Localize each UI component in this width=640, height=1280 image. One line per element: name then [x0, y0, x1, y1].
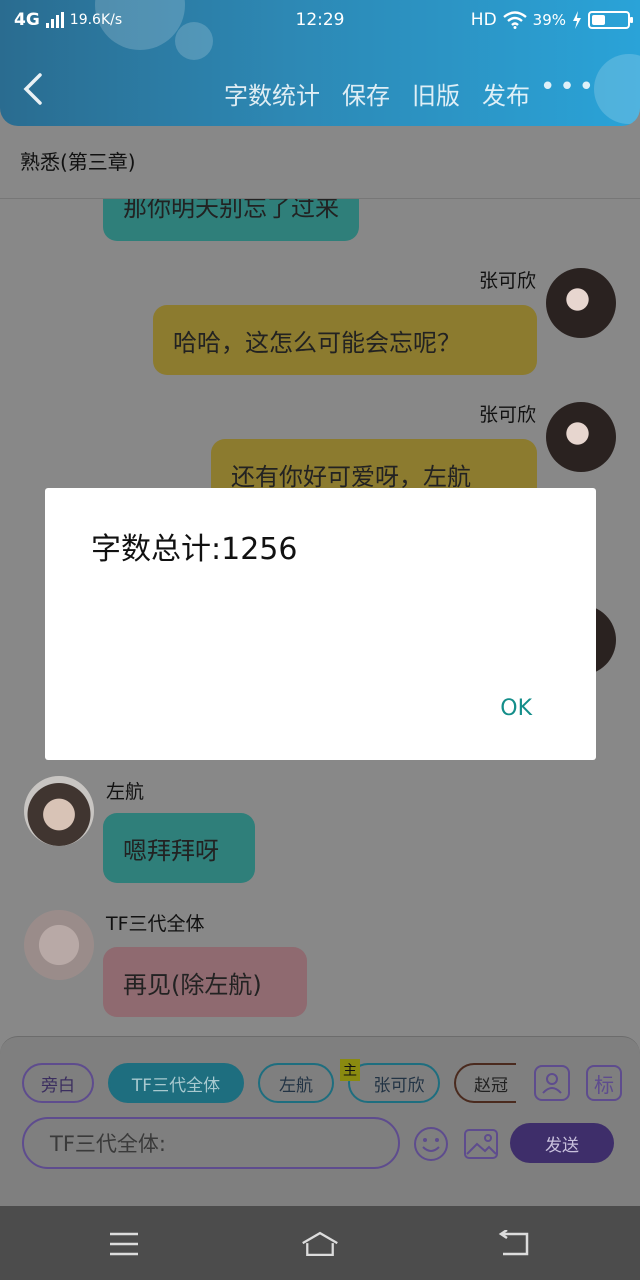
word-count-dialog: 字数总计:1256 OK — [45, 488, 596, 760]
battery-icon — [588, 11, 633, 29]
avatar[interactable] — [546, 268, 616, 338]
person-icon[interactable] — [534, 1065, 570, 1101]
role-chip-narrator[interactable]: 旁白 — [22, 1063, 94, 1103]
role-chip-tf-all[interactable]: TF三代全体 — [108, 1063, 244, 1103]
bottom-spacer — [0, 1170, 640, 1206]
message-text: 那你明天别忘了过来 — [123, 199, 339, 222]
back-icon[interactable] — [494, 1224, 534, 1264]
role-chip-zhangkexin[interactable]: 张可欣 — [348, 1063, 440, 1103]
old-version-button[interactable]: 旧版 — [412, 76, 460, 111]
input-value: TF三代全体: — [50, 1132, 166, 1156]
role-chip-zuohang[interactable]: 左航 — [258, 1063, 334, 1103]
avatar[interactable] — [24, 910, 94, 980]
sender-name: TF三代全体 — [106, 913, 205, 935]
battery-percent: 39% — [532, 11, 566, 29]
sender-name: 张可欣 — [478, 270, 536, 292]
role-chip-zhaoguan[interactable]: 赵冠 — [454, 1063, 516, 1103]
role-label: 旁白 — [41, 1075, 75, 1096]
sender-name: 左航 — [106, 781, 145, 803]
message-text: 再见(除左航) — [123, 970, 262, 999]
chat-bubble[interactable]: 再见(除左航) — [103, 947, 307, 1017]
tag-label: 标 — [594, 1072, 614, 1097]
tag-button[interactable]: 标 — [586, 1065, 622, 1101]
toolbar: 字数统计 保存 旧版 发布 ••• — [0, 70, 640, 114]
ok-button[interactable]: OK — [500, 696, 532, 721]
status-bar: 4G 19.6K/s 12:29 HD 39% — [0, 8, 640, 36]
image-icon[interactable] — [462, 1125, 500, 1163]
send-label: 发送 — [545, 1135, 579, 1156]
role-label: TF三代全体 — [131, 1075, 221, 1096]
chat-bubble[interactable]: 哈哈，这怎么可能会忘呢？ — [153, 305, 537, 375]
avatar[interactable] — [24, 776, 94, 846]
role-label: 左航 — [279, 1075, 313, 1096]
message-input[interactable]: TF三代全体: — [22, 1117, 400, 1169]
main-role-badge: 主 — [340, 1059, 360, 1081]
save-button[interactable]: 保存 — [342, 76, 390, 111]
send-button[interactable]: 发送 — [510, 1123, 614, 1163]
role-label: 赵冠 — [474, 1075, 508, 1096]
emoji-icon[interactable] — [412, 1125, 450, 1163]
system-nav-bar — [0, 1206, 640, 1280]
header: 4G 19.6K/s 12:29 HD 39% 字数统计 保存 旧版 发布 ••… — [0, 0, 640, 126]
dialog-message: 字数总计:1256 — [91, 532, 298, 567]
publish-button[interactable]: 发布 — [482, 76, 530, 111]
sender-name: 张可欣 — [478, 404, 536, 426]
menu-icon[interactable] — [104, 1224, 144, 1264]
word-count-button[interactable]: 字数统计 — [224, 76, 320, 111]
hd-indicator: HD — [470, 10, 497, 30]
chevron-left-icon[interactable] — [22, 72, 44, 115]
avatar[interactable] — [546, 402, 616, 472]
wifi-icon — [502, 11, 527, 29]
input-panel: 旁白 TF三代全体 左航 张可欣 主 赵冠 标 TF三代全体: 发送 — [0, 1036, 640, 1170]
more-dots-icon[interactable]: ••• — [540, 72, 598, 102]
message-text: 嗯拜拜呀 — [123, 836, 219, 865]
chat-bubble[interactable]: 那你明天别忘了过来 — [103, 199, 359, 241]
home-icon[interactable] — [300, 1224, 340, 1264]
role-label: 张可欣 — [373, 1075, 425, 1096]
chapter-title: 熟悉(第三章) — [20, 150, 136, 174]
role-chips: 旁白 TF三代全体 左航 张可欣 主 赵冠 标 — [22, 1059, 622, 1103]
message-text: 哈哈，这怎么可能会忘呢？ — [173, 328, 461, 357]
charging-icon — [573, 11, 581, 29]
chat-bubble[interactable]: 嗯拜拜呀 — [103, 813, 255, 883]
message-text: 还有你好可爱呀，左航 — [231, 462, 471, 491]
